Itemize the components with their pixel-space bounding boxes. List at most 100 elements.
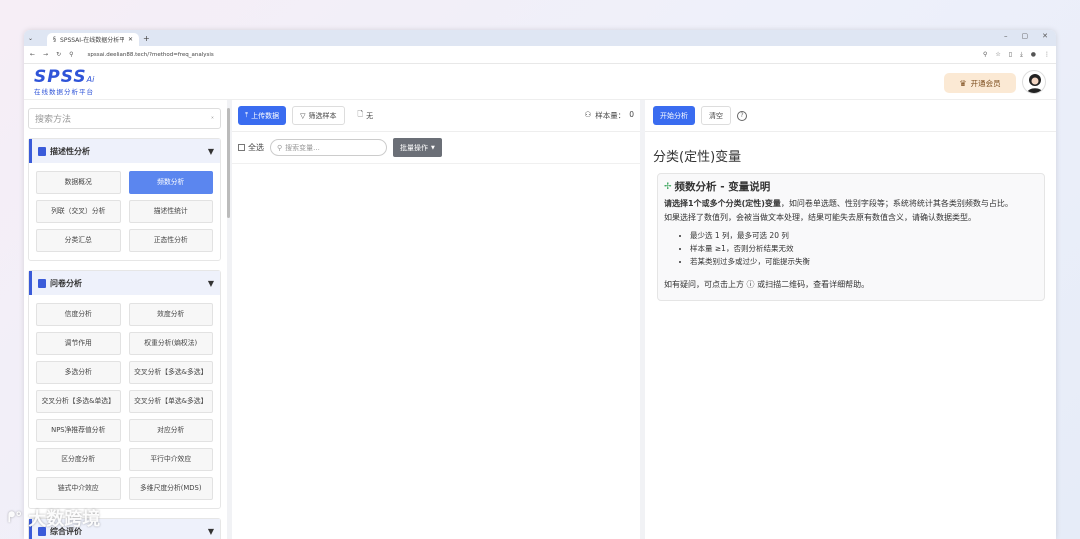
forward-icon[interactable]: → xyxy=(43,51,48,58)
book-icon xyxy=(38,146,46,156)
clear-button[interactable]: 清空 xyxy=(701,106,731,125)
watermark-logo-icon: ᖰ° xyxy=(8,510,23,526)
menu-kebab-icon[interactable]: ⋮ xyxy=(1044,51,1050,59)
method-data-overview[interactable]: 数据概况 xyxy=(36,171,121,194)
method-mds[interactable]: 多维尺度分析(MDS) xyxy=(128,477,213,500)
select-all-checkbox[interactable]: 全选 xyxy=(238,142,264,153)
method-sidebar: 搜索方法 ˣ 描述性分析 ▼ 数据概况 频数分析 列联（交叉）分析 描述性统计 … xyxy=(24,100,227,539)
card-footer: 如有疑问，可点击上方 ⓘ 或扫描二维码，查看详细帮助。 xyxy=(664,280,870,289)
list-item: 若某类别过多或过少，可能提示失衡 xyxy=(690,255,1036,268)
method-cross-single-multi[interactable]: 交叉分析【单选&多选】 xyxy=(128,390,213,413)
start-analysis-button[interactable]: 开始分析 xyxy=(653,106,695,125)
method-search-placeholder: 搜索方法 xyxy=(35,115,72,125)
method-validity[interactable]: 效度分析 xyxy=(128,303,213,326)
reload-icon[interactable]: ↻ xyxy=(56,51,61,58)
method-moderation[interactable]: 调节作用 xyxy=(36,332,121,355)
sparkle-icon: ✢ xyxy=(664,182,672,192)
variable-search-input[interactable]: ⚲ 搜索变量... xyxy=(270,139,387,156)
window-controls: – ▢ ✕ xyxy=(1004,32,1048,40)
section-descriptive: 描述性分析 ▼ 数据概况 频数分析 列联（交叉）分析 描述性统计 分类汇总 正态… xyxy=(28,138,221,261)
list-item: 样本量 ≥1，否则分析结果无效 xyxy=(690,242,1036,255)
caret-down-icon: ▼ xyxy=(207,278,214,288)
method-search-input[interactable]: 搜索方法 ˣ xyxy=(28,108,221,129)
watermark: ᖰ° 大数跨境 xyxy=(8,505,100,531)
site-info-icon[interactable]: ⚲ xyxy=(69,51,73,58)
method-cross-multi-multi[interactable]: 交叉分析【多选&多选】 xyxy=(128,361,213,384)
upload-label: 上传数据 xyxy=(251,111,280,120)
back-icon[interactable]: ← xyxy=(30,51,35,58)
avatar[interactable] xyxy=(1022,70,1046,94)
card-title-text: 频数分析 - 变量说明 xyxy=(674,181,771,193)
select-all-label: 全选 xyxy=(248,143,264,152)
method-discrimination[interactable]: 区分度分析 xyxy=(36,448,121,471)
filter-icon: ▽ xyxy=(300,111,306,120)
maximize-icon[interactable]: ▢ xyxy=(1022,32,1029,40)
method-descriptive-stats[interactable]: 描述性统计 xyxy=(128,200,213,223)
method-crosstab[interactable]: 列联（交叉）分析 xyxy=(36,200,121,223)
book-icon xyxy=(38,278,46,288)
batch-actions-button[interactable]: 批量操作 ▼ xyxy=(393,138,442,157)
section-header-descriptive[interactable]: 描述性分析 ▼ xyxy=(29,139,220,163)
filter-samples-button[interactable]: ▽ 筛选样本 xyxy=(292,106,345,125)
batch-label: 批量操作 xyxy=(400,143,428,152)
address-bar: ← → ↻ ⚲ spssai.deelian88.tech/?method=fr… xyxy=(24,46,1056,64)
upload-data-button[interactable]: ⤒ 上传数据 xyxy=(238,106,287,125)
close-window-icon[interactable]: ✕ xyxy=(1042,32,1048,40)
browser-actions: ⚲ ☆ ▯ ⤓ ● ⋮ xyxy=(983,51,1050,59)
checkbox-box xyxy=(238,144,245,151)
method-reliability[interactable]: 信度分析 xyxy=(36,303,121,326)
zoom-icon[interactable]: ⚲ xyxy=(983,51,987,59)
crown-icon: ♛ xyxy=(959,78,967,88)
variable-description-card: ✢ 频数分析 - 变量说明 请选择1个或多个分类(定性)变量，如问卷单选题、性别… xyxy=(657,173,1045,301)
app-logo[interactable]: SPSSAi 在线数据分析平台 xyxy=(34,67,95,97)
file-indicator: 🗋 无 xyxy=(351,106,381,125)
minimize-icon[interactable]: – xyxy=(1004,32,1008,40)
logo-ai: Ai xyxy=(86,75,95,84)
vip-button[interactable]: ♛ 开通会员 xyxy=(944,73,1016,93)
card-title: ✢ 频数分析 - 变量说明 xyxy=(664,180,1036,194)
method-cross-multi-single[interactable]: 交叉分析【多选&单选】 xyxy=(36,390,121,413)
caret-down-icon: ▼ xyxy=(207,526,214,536)
user-avatar-icon xyxy=(1026,74,1044,93)
card-paragraph-2: 如果选择了数值列，会被当做文本处理，结果可能失去原有数值含义，请确认数据类型。 xyxy=(664,213,976,222)
para1-bold: 请选择1个或多个分类(定性)变量 xyxy=(664,199,781,208)
new-tab-button[interactable]: + xyxy=(143,34,150,43)
requirements-list: 最少选 1 列，最多可选 20 列 样本量 ≥1，否则分析结果无效 若某类别过多… xyxy=(690,229,1036,268)
logo-text: SPSS xyxy=(34,67,87,87)
method-group-summary[interactable]: 分类汇总 xyxy=(36,229,121,252)
extensions-icon[interactable]: ▯ xyxy=(1009,51,1012,59)
method-normality[interactable]: 正态性分析 xyxy=(128,229,213,252)
method-grid: 数据概况 频数分析 列联（交叉）分析 描述性统计 分类汇总 正态性分析 xyxy=(29,163,220,260)
clear-search-icon[interactable]: ˣ xyxy=(211,115,214,123)
section-header-questionnaire[interactable]: 问卷分析 ▼ xyxy=(29,271,220,295)
main-content: 搜索方法 ˣ 描述性分析 ▼ 数据概况 频数分析 列联（交叉）分析 描述性统计 … xyxy=(24,100,1056,539)
sample-count: 0 xyxy=(629,110,634,119)
watermark-text: 大数跨境 xyxy=(28,509,101,530)
variable-search-placeholder: 搜索变量... xyxy=(285,143,320,152)
download-icon[interactable]: ⤓ xyxy=(1020,51,1023,59)
card-paragraph-1: 请选择1个或多个分类(定性)变量，如问卷单选题、性别字段等；系统将统计其各类别频… xyxy=(664,197,1036,211)
variable-toolbar: 全选 ⚲ 搜索变量... 批量操作 ▼ xyxy=(232,132,640,164)
method-correspondence[interactable]: 对应分析 xyxy=(128,419,213,442)
method-nps[interactable]: NPS净推荐值分析 xyxy=(36,419,121,442)
tab-title: SPSSAI-在线数据分析平台 xyxy=(60,37,124,44)
upload-icon: ⤒ xyxy=(245,111,249,119)
app-header: SPSSAi 在线数据分析平台 ♛ 开通会员 xyxy=(24,64,1056,100)
method-entropy-weight[interactable]: 权重分析(熵权法) xyxy=(128,332,213,355)
section-title: 描述性分析 xyxy=(50,146,90,156)
method-frequency[interactable]: 频数分析 xyxy=(128,171,213,194)
help-icon[interactable]: ? xyxy=(737,110,747,121)
browser-tab[interactable]: § SPSSAI-在线数据分析平台 ✕ xyxy=(47,33,140,46)
tab-list-icon[interactable]: ⌄ xyxy=(28,35,33,42)
analysis-panel: 开始分析 清空 ? 分类(定性)变量 ✢ 频数分析 - 变量说明 请选择1个或多… xyxy=(645,100,1056,539)
url-field[interactable]: spssai.deelian88.tech/?method=freq_analy… xyxy=(88,52,975,58)
close-tab-icon[interactable]: ✕ xyxy=(128,36,133,43)
bookmark-star-icon[interactable]: ☆ xyxy=(995,51,1000,59)
profile-icon[interactable]: ● xyxy=(1031,51,1036,59)
file-icon: 🗋 xyxy=(357,110,364,118)
sidebar-scrollbar[interactable] xyxy=(227,108,230,218)
para1-rest: ，如问卷单选题、性别字段等；系统将统计其各类别频数与占比。 xyxy=(780,199,1013,208)
method-chain-mediation[interactable]: 链式中介效应 xyxy=(36,477,121,500)
method-parallel-mediation[interactable]: 平行中介效应 xyxy=(128,448,213,471)
method-multiple-choice[interactable]: 多选分析 xyxy=(36,361,121,384)
